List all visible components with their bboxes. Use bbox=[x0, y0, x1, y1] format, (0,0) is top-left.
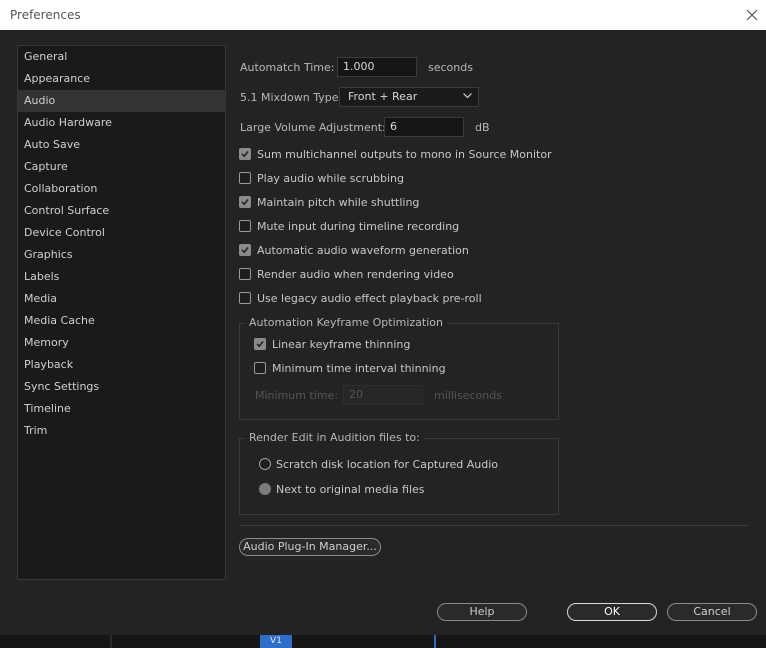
radio-label: Next to original media files bbox=[276, 482, 425, 496]
close-icon[interactable] bbox=[742, 5, 762, 25]
checkbox-mute-input[interactable]: Mute input during timeline recording bbox=[239, 218, 459, 234]
mixdown-type-value: Front + Rear bbox=[348, 90, 418, 103]
sidebar-item-labels[interactable]: Labels bbox=[18, 266, 225, 288]
check-icon bbox=[241, 247, 249, 254]
sidebar-item-device-control[interactable]: Device Control bbox=[18, 222, 225, 244]
checkbox-linear-thinning[interactable]: Linear keyframe thinning bbox=[254, 336, 410, 352]
sidebar-item-capture[interactable]: Capture bbox=[18, 156, 225, 178]
automatch-time-unit: seconds bbox=[428, 61, 473, 74]
keyframe-optimization-title: Automation Keyframe Optimization bbox=[245, 316, 447, 329]
sidebar-item-general[interactable]: General bbox=[18, 46, 225, 68]
sidebar-item-sync-settings[interactable]: Sync Settings bbox=[18, 376, 225, 398]
sidebar-item-audio[interactable]: Audio bbox=[18, 90, 225, 112]
volume-adjustment-unit: dB bbox=[475, 121, 490, 134]
sidebar-item-timeline[interactable]: Timeline bbox=[18, 398, 225, 420]
checkbox-box[interactable] bbox=[239, 244, 251, 256]
checkbox-play-audio-scrubbing[interactable]: Play audio while scrubbing bbox=[239, 170, 404, 186]
minimum-time-input[interactable]: 20 bbox=[343, 385, 423, 405]
checkbox-box[interactable] bbox=[239, 196, 251, 208]
volume-adjustment-label: Large Volume Adjustment: bbox=[240, 121, 386, 134]
radio-button[interactable] bbox=[259, 458, 271, 470]
radio-label: Scratch disk location for Captured Audio bbox=[276, 457, 499, 471]
preferences-sidebar: General Appearance Audio Audio Hardware … bbox=[17, 45, 226, 580]
checkbox-box[interactable] bbox=[239, 292, 251, 304]
sidebar-item-playback[interactable]: Playback bbox=[18, 354, 225, 376]
sidebar-item-media[interactable]: Media bbox=[18, 288, 225, 310]
sidebar-item-collaboration[interactable]: Collaboration bbox=[18, 178, 225, 200]
chevron-down-icon bbox=[463, 93, 472, 99]
sidebar-item-trim[interactable]: Trim bbox=[18, 420, 225, 442]
checkbox-min-interval-thinning[interactable]: Minimum time interval thinning bbox=[254, 360, 446, 376]
checkbox-label: Mute input during timeline recording bbox=[257, 219, 460, 233]
playhead-marker bbox=[434, 635, 436, 648]
minimum-time-label: Minimum time: bbox=[255, 389, 339, 402]
checkbox-box[interactable] bbox=[239, 268, 251, 280]
checkbox-box[interactable] bbox=[239, 220, 251, 232]
sidebar-item-auto-save[interactable]: Auto Save bbox=[18, 134, 225, 156]
checkbox-box[interactable] bbox=[239, 172, 251, 184]
sidebar-item-audio-hardware[interactable]: Audio Hardware bbox=[18, 112, 225, 134]
checkbox-label: Linear keyframe thinning bbox=[272, 337, 411, 351]
sidebar-item-memory[interactable]: Memory bbox=[18, 332, 225, 354]
section-divider bbox=[239, 525, 749, 526]
sidebar-item-media-cache[interactable]: Media Cache bbox=[18, 310, 225, 332]
radio-button[interactable] bbox=[259, 483, 271, 495]
checkbox-label: Play audio while scrubbing bbox=[257, 171, 405, 185]
checkbox-label: Minimum time interval thinning bbox=[272, 361, 446, 375]
checkbox-waveform-generation[interactable]: Automatic audio waveform generation bbox=[239, 242, 469, 258]
radio-scratch-disk[interactable]: Scratch disk location for Captured Audio bbox=[259, 456, 498, 472]
checkbox-label: Render audio when rendering video bbox=[257, 267, 454, 281]
title-bar: Preferences bbox=[0, 0, 766, 30]
checkbox-maintain-pitch[interactable]: Maintain pitch while shuttling bbox=[239, 194, 419, 210]
track-tab[interactable]: V1 bbox=[260, 635, 292, 648]
check-icon bbox=[256, 341, 264, 348]
checkbox-label: Sum multichannel outputs to mono in Sour… bbox=[257, 147, 552, 161]
checkbox-label: Maintain pitch while shuttling bbox=[257, 195, 420, 209]
background-app-strip: V1 bbox=[0, 635, 766, 648]
sidebar-item-control-surface[interactable]: Control Surface bbox=[18, 200, 225, 222]
minimum-time-unit: milliseconds bbox=[434, 389, 502, 402]
automatch-time-input[interactable]: 1.000 bbox=[337, 57, 417, 77]
checkbox-label: Use legacy audio effect playback pre-rol… bbox=[257, 291, 482, 305]
radio-next-to-media[interactable]: Next to original media files bbox=[259, 481, 425, 497]
checkbox-sum-multichannel[interactable]: Sum multichannel outputs to mono in Sour… bbox=[239, 146, 552, 162]
ok-button[interactable]: OK bbox=[567, 603, 657, 621]
render-audition-title: Render Edit in Audition files to: bbox=[245, 431, 424, 444]
help-button[interactable]: Help bbox=[437, 603, 527, 621]
checkbox-render-audio[interactable]: Render audio when rendering video bbox=[239, 266, 454, 282]
checkbox-box[interactable] bbox=[239, 148, 251, 160]
checkbox-legacy-preroll[interactable]: Use legacy audio effect playback pre-rol… bbox=[239, 290, 482, 306]
checkbox-label: Automatic audio waveform generation bbox=[257, 243, 469, 257]
mixdown-type-select[interactable]: Front + Rear bbox=[339, 87, 479, 107]
checkbox-box[interactable] bbox=[254, 338, 266, 350]
volume-adjustment-input[interactable]: 6 bbox=[384, 117, 464, 137]
sidebar-item-appearance[interactable]: Appearance bbox=[18, 68, 225, 90]
check-icon bbox=[241, 151, 249, 158]
automatch-time-label: Automatch Time: bbox=[240, 61, 335, 74]
preferences-dialog: General Appearance Audio Audio Hardware … bbox=[0, 30, 766, 635]
window-title: Preferences bbox=[10, 8, 81, 22]
check-icon bbox=[241, 199, 249, 206]
cancel-button[interactable]: Cancel bbox=[667, 603, 757, 621]
panel-edge bbox=[110, 635, 112, 648]
render-audition-group bbox=[239, 438, 559, 515]
mixdown-type-label: 5.1 Mixdown Type: bbox=[240, 91, 343, 104]
audio-plugin-manager-button[interactable]: Audio Plug-In Manager... bbox=[239, 538, 381, 556]
sidebar-item-graphics[interactable]: Graphics bbox=[18, 244, 225, 266]
checkbox-box[interactable] bbox=[254, 362, 266, 374]
